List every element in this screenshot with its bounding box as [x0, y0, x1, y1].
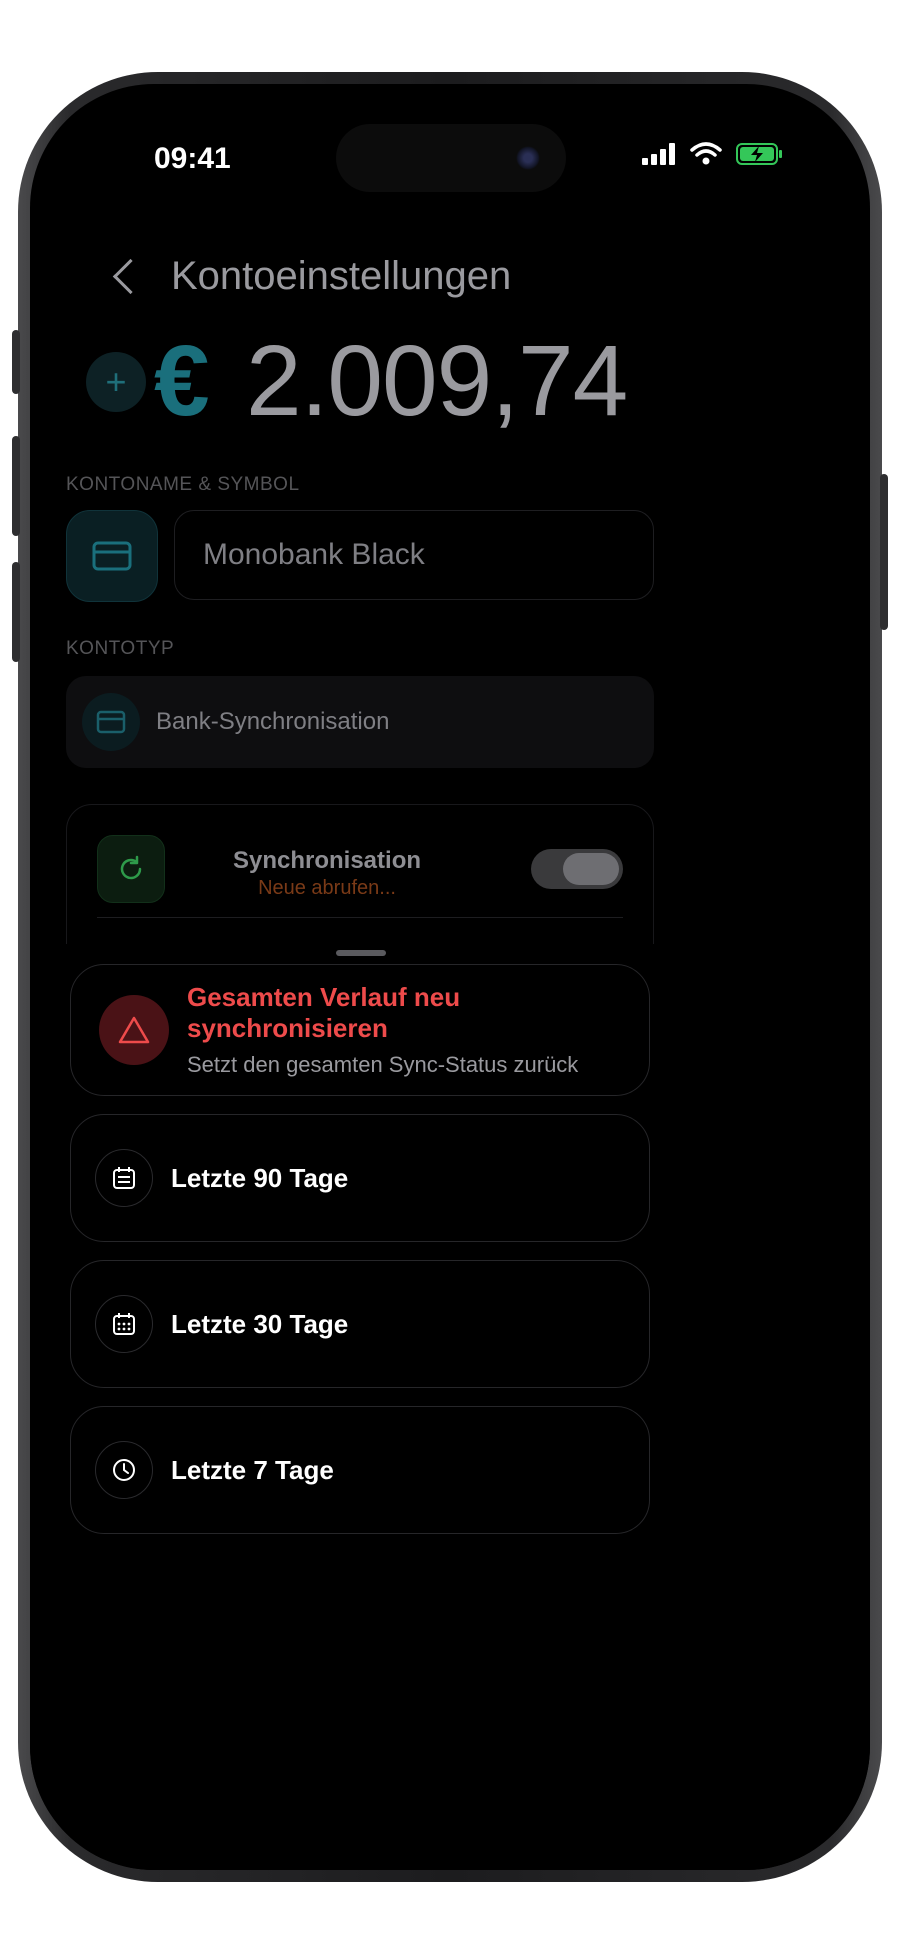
sync-toggle[interactable]: [531, 849, 623, 889]
currency-symbol[interactable]: €: [154, 324, 210, 439]
volume-up-button: [12, 436, 20, 536]
sync-title: Synchronisation: [232, 847, 422, 874]
account-type-section-label: KONTOTYP: [66, 638, 175, 659]
warning-triangle-icon: [118, 1016, 150, 1044]
battery-charging-icon: [736, 143, 782, 165]
account-name-section-label: KONTONAME & SYMBOL: [66, 474, 300, 495]
front-camera-icon: [516, 146, 540, 170]
clock-icon: [113, 1459, 135, 1481]
last-30-days-option[interactable]: Letzte 30 Tage: [70, 1260, 650, 1388]
option-label: Letzte 30 Tage: [171, 1308, 349, 1339]
option-label: Letzte 7 Tage: [171, 1454, 334, 1485]
account-type-label: Bank-Synchronisation: [156, 708, 390, 735]
warning-icon-wrap: [99, 995, 169, 1065]
credit-card-icon: [92, 541, 132, 571]
resync-bottom-sheet: Gesamten Verlauf neu synchronisieren Set…: [30, 944, 870, 1870]
status-icons: [642, 142, 784, 166]
nav-header: Kontoeinstellungen: [110, 254, 511, 299]
screen: 09:41 Kontoeinstellungen + € 2.009,74 KO…: [30, 84, 870, 1870]
status-time: 09:41: [154, 142, 231, 175]
balance-amount[interactable]: 2.009,74: [246, 324, 628, 439]
full-resync-text: Gesamten Verlauf neu synchronisieren Set…: [187, 982, 649, 1078]
power-button: [880, 474, 888, 630]
option-label: Letzte 90 Tage: [171, 1162, 349, 1193]
dynamic-island: [336, 124, 566, 192]
sync-icon-wrap: [97, 835, 165, 903]
sync-status: Neue abrufen...: [258, 877, 396, 899]
calendar-list-icon: [113, 1167, 135, 1189]
option-icon-wrap: [95, 1149, 153, 1207]
back-chevron-icon[interactable]: [112, 258, 149, 295]
full-resync-option[interactable]: Gesamten Verlauf neu synchronisieren Set…: [70, 964, 650, 1096]
full-resync-subtitle: Setzt den gesamten Sync-Status zurück: [187, 1052, 579, 1077]
volume-down-button: [12, 562, 20, 662]
account-symbol-button[interactable]: [66, 510, 158, 602]
wifi-icon: [690, 142, 722, 165]
option-icon-wrap: [95, 1295, 153, 1353]
account-name-field[interactable]: Monobank Black: [174, 510, 654, 600]
toggle-knob: [563, 853, 619, 885]
divider: [97, 917, 623, 918]
last-90-days-option[interactable]: Letzte 90 Tage: [70, 1114, 650, 1242]
page-title: Kontoeinstellungen: [171, 254, 512, 298]
option-icon-wrap: [95, 1441, 153, 1499]
action-button: [12, 330, 20, 394]
refresh-icon: [120, 855, 142, 880]
account-type-selector[interactable]: Bank-Synchronisation: [66, 676, 654, 768]
cellular-signal-icon: [642, 143, 675, 165]
account-type-icon-wrap: [82, 693, 140, 751]
add-amount-button[interactable]: +: [86, 352, 146, 412]
sheet-grabber[interactable]: [336, 950, 386, 956]
last-7-days-option[interactable]: Letzte 7 Tage: [70, 1406, 650, 1534]
credit-card-icon: [96, 710, 126, 734]
calendar-grid-icon: [113, 1313, 135, 1335]
full-resync-title: Gesamten Verlauf neu synchronisieren: [187, 982, 461, 1043]
